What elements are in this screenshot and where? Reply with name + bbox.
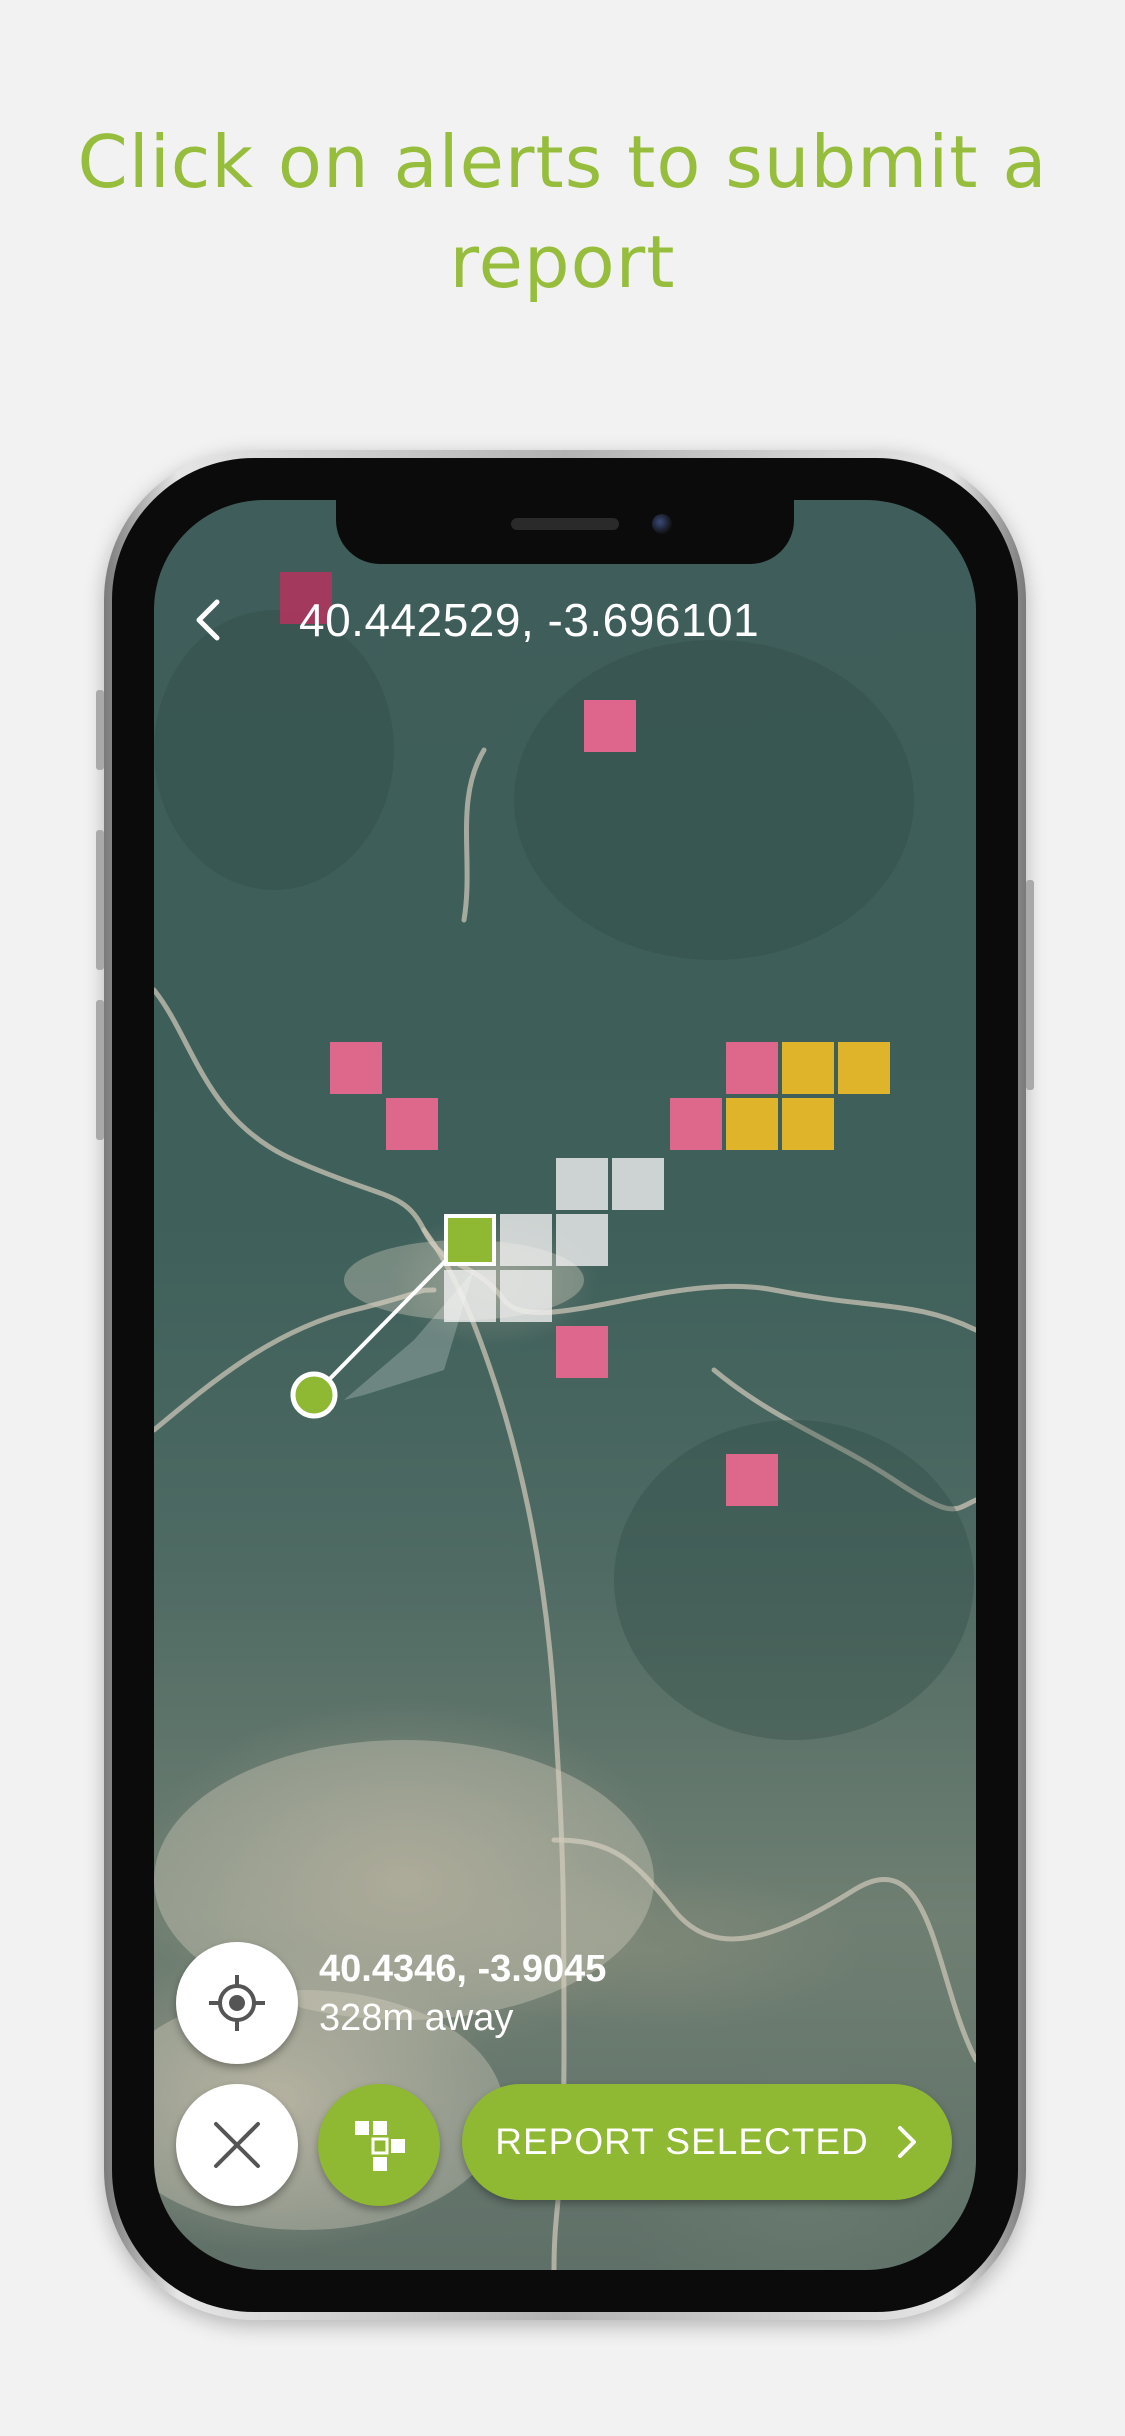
- back-button[interactable]: [188, 592, 228, 648]
- selection-info: 40.4346, -3.9045 328m away: [319, 1945, 606, 2043]
- crosshair-icon: [209, 1975, 265, 2031]
- promo-headline: Click on alerts to submit a report: [77, 120, 1048, 304]
- selection-coordinates: 40.4346, -3.9045: [319, 1948, 607, 1990]
- selection-distance: 328m away: [319, 1997, 514, 2039]
- close-button[interactable]: [176, 2084, 298, 2206]
- chevron-right-icon: [897, 2126, 916, 2158]
- phone-volume-down: [96, 1000, 104, 1140]
- area-select-button[interactable]: [318, 2084, 440, 2206]
- chevron-left-icon: [196, 599, 220, 641]
- selected-alert-cell[interactable]: [444, 1214, 496, 1266]
- report-selected-button[interactable]: REPORT SELECTED: [462, 2084, 952, 2200]
- grid-select-icon: [355, 2121, 405, 2171]
- phone-side-button: [96, 690, 104, 770]
- report-selected-label: REPORT SELECTED: [495, 2121, 869, 2162]
- phone-screen: 40.442529, -3.696101 40.4346, -3.9045 32…: [154, 500, 976, 2270]
- phone-volume-up: [96, 830, 104, 970]
- phone-power-button: [1026, 880, 1034, 1090]
- user-location-dot: [290, 1371, 338, 1419]
- location-heading-cone: [344, 1270, 474, 1400]
- close-icon: [214, 2122, 260, 2168]
- map-header: 40.442529, -3.696101: [154, 500, 976, 646]
- locate-button[interactable]: [176, 1942, 298, 2064]
- header-coordinates: 40.442529, -3.696101: [299, 594, 760, 646]
